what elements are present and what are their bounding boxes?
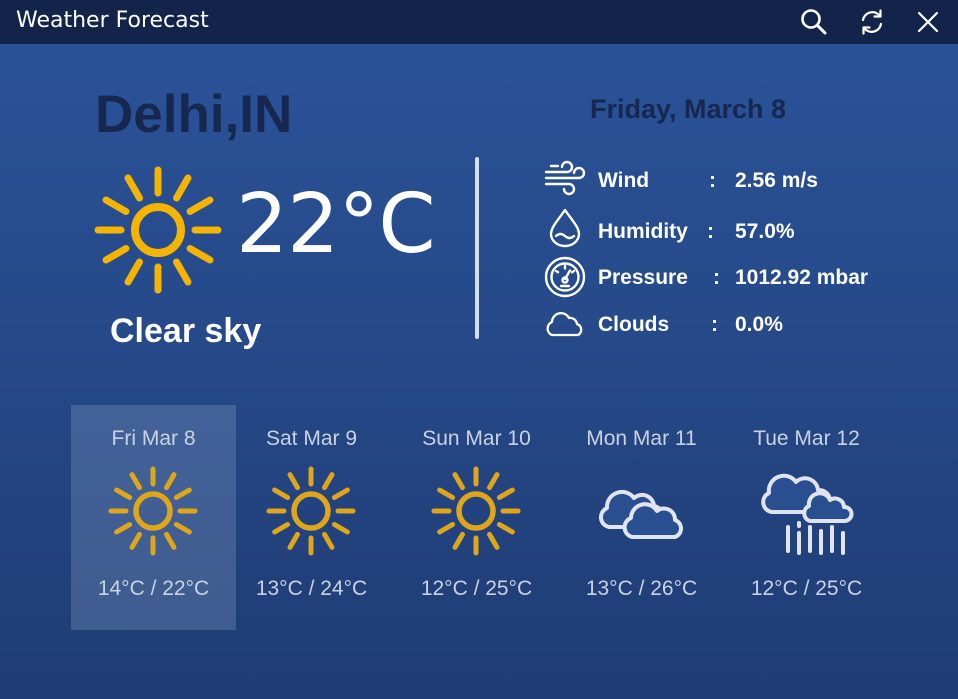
forecast-temp-range: 14°C / 22°C <box>97 577 210 600</box>
divider <box>475 157 479 339</box>
city-name: Delhi,IN <box>95 85 293 144</box>
rain-cloud-icon <box>761 473 854 555</box>
wind-icon <box>544 160 586 196</box>
weather-condition: Clear sky <box>110 312 262 350</box>
forecast-day-card[interactable]: Mon Mar 11 13°C / 26°C <box>559 405 724 630</box>
wind-label: Wind <box>598 169 650 192</box>
refresh-icon <box>861 9 883 35</box>
humidity-icon <box>549 208 581 248</box>
forecast-day-name: Fri Mar 8 <box>111 427 196 450</box>
current-date: Friday, March 8 <box>590 94 787 124</box>
search-icon <box>801 9 827 35</box>
humidity-label: Humidity <box>598 220 688 243</box>
forecast-day-card[interactable]: Sat Mar 9 13°C / 24°C <box>229 405 394 630</box>
sun-icon <box>266 466 356 556</box>
forecast-day-name: Sun Mar 10 <box>422 427 531 450</box>
clouds-value: 0.0% <box>735 313 783 336</box>
sun-icon <box>108 466 198 556</box>
forecast-day-card[interactable]: Fri Mar 8 14°C / 22°C <box>71 405 236 630</box>
forecast-temp-range: 12°C / 25°C <box>420 577 533 600</box>
humidity-colon: : <box>707 220 714 243</box>
window-title: Weather Forecast <box>16 8 209 33</box>
forecast-day-card[interactable]: Sun Mar 10 12°C / 25°C <box>394 405 559 630</box>
sun-icon <box>431 466 521 556</box>
title-bar: Weather Forecast <box>0 0 958 44</box>
forecast-day-name: Tue Mar 12 <box>753 427 860 450</box>
close-button[interactable] <box>911 5 945 39</box>
cloud-icon <box>546 311 583 337</box>
forecast-day-card[interactable]: Tue Mar 12 12°C / 25°C <box>724 405 889 630</box>
clouds-colon: : <box>711 313 718 336</box>
wind-value: 2.56 m/s <box>735 169 818 192</box>
refresh-button[interactable] <box>855 5 889 39</box>
forecast-temp-range: 12°C / 25°C <box>750 577 863 600</box>
pressure-colon: : <box>713 266 720 289</box>
pressure-value: 1012.92 mbar <box>735 266 869 289</box>
pressure-label: Pressure <box>598 266 688 289</box>
weather-window: Weather Forecast Delhi,IN Friday, March … <box>0 0 958 699</box>
current-temperature: 22°C <box>236 177 436 272</box>
humidity-value: 57.0% <box>735 220 795 243</box>
search-button[interactable] <box>797 5 831 39</box>
close-icon <box>917 11 939 33</box>
forecast-temp-range: 13°C / 26°C <box>585 577 698 600</box>
sun-icon <box>94 166 222 294</box>
wind-colon: : <box>709 169 716 192</box>
clouds-label: Clouds <box>598 313 670 336</box>
forecast-day-name: Sat Mar 9 <box>265 427 358 450</box>
forecast-day-name: Mon Mar 11 <box>586 427 697 450</box>
pressure-icon <box>544 256 586 298</box>
forecast-temp-range: 13°C / 24°C <box>255 577 368 600</box>
cloud-icon <box>598 489 683 539</box>
